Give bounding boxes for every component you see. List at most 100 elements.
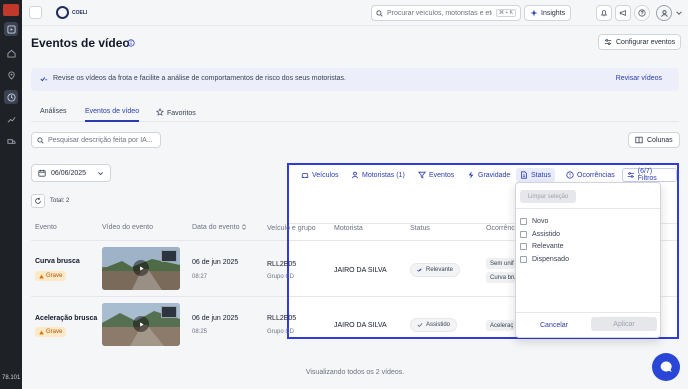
- chat-icon: [660, 361, 672, 372]
- sliders-icon: [604, 39, 612, 45]
- sparkle-icon: [530, 9, 538, 17]
- sort-icon: [242, 224, 247, 230]
- date-picker[interactable]: 06/06/2025: [31, 164, 111, 182]
- option-label: Dispensado: [532, 256, 569, 263]
- review-videos-link[interactable]: Revisar vídeos: [616, 75, 662, 82]
- insights-button[interactable]: Insights: [524, 5, 572, 21]
- global-search-input[interactable]: Procurar veículos, motoristas e etc... ⌘…: [371, 5, 521, 21]
- search-shortcut: ⌘ + K: [495, 9, 516, 17]
- calendar-icon: [38, 169, 46, 177]
- status-label: Assistido: [426, 322, 451, 328]
- top-bar: COELI: [22, 0, 688, 26]
- rail-item-fleet[interactable]: [4, 134, 18, 148]
- filter-drivers-button[interactable]: Motoristas (1): [347, 168, 409, 182]
- filter-drivers-label: Motoristas (1): [362, 171, 405, 179]
- tab-analyses[interactable]: Análises: [40, 108, 66, 122]
- filter-events-button[interactable]: Eventos: [414, 168, 458, 182]
- rail-item-video[interactable]: [4, 22, 18, 36]
- clear-selection-button[interactable]: Limpar seleção: [520, 190, 576, 203]
- filter-vehicles-button[interactable]: Veículos: [297, 168, 342, 182]
- status-chip[interactable]: Assistido: [410, 318, 458, 332]
- event-time: 08:25: [192, 329, 208, 335]
- status-chip[interactable]: Relevante: [410, 263, 461, 277]
- checkbox[interactable]: [520, 231, 527, 238]
- truck-icon: [6, 138, 16, 144]
- play-button[interactable]: [133, 260, 149, 276]
- col-header-occurrences: Ocorrênc: [486, 225, 515, 232]
- sidebar-toggle-button[interactable]: [29, 6, 42, 19]
- occurrence-chip: Sem unif: [486, 258, 515, 269]
- home-icon: [6, 49, 16, 58]
- col-header-vehicle: Veículo e grupo: [267, 225, 316, 232]
- filter-severity-button[interactable]: Gravidade: [463, 168, 514, 182]
- search-icon: [376, 9, 383, 17]
- apply-button[interactable]: Aplicar: [591, 317, 657, 331]
- play-icon: [139, 265, 144, 271]
- video-thumbnail[interactable]: [102, 247, 180, 290]
- rail-item-home[interactable]: [4, 46, 18, 60]
- occurrence-chip: Aceleraç: [486, 320, 515, 331]
- driver-name: JAIRO DA SILVA: [334, 322, 387, 329]
- filter-status-label: Status: [531, 171, 551, 179]
- tab-favorites[interactable]: Favoritos: [156, 108, 196, 122]
- help-button[interactable]: [634, 5, 650, 21]
- rail-item-history[interactable]: [4, 90, 18, 104]
- configure-events-label: Configurar eventos: [616, 38, 676, 46]
- option-label: Novo: [532, 218, 549, 225]
- info-icon[interactable]: [127, 39, 135, 47]
- event-date: 06 de jun 2025: [192, 315, 239, 322]
- col-header-date-label: Data do evento: [192, 224, 240, 231]
- double-check-icon: [417, 268, 422, 272]
- filters-count-button[interactable]: (6/7) Filtros: [622, 168, 677, 182]
- tab-video-events[interactable]: Eventos de vídeo: [85, 108, 140, 122]
- status-option-watched[interactable]: Assistido: [520, 231, 560, 238]
- filter-occurrences-label: Ocorrências: [577, 171, 615, 179]
- configure-events-button[interactable]: Configurar eventos: [598, 34, 682, 50]
- columns-button[interactable]: Colunas: [628, 132, 680, 148]
- event-name[interactable]: Aceleração brusca: [35, 315, 97, 322]
- filter-status-button[interactable]: Status: [516, 168, 555, 182]
- checkbox[interactable]: [520, 243, 527, 250]
- event-time: 08:27: [192, 274, 208, 280]
- rail-item-map[interactable]: [4, 68, 18, 82]
- event-name[interactable]: Curva brusca: [35, 258, 80, 265]
- checkbox[interactable]: [520, 218, 527, 225]
- filter-vehicles-label: Veículos: [312, 171, 339, 179]
- chevron-down-icon[interactable]: [675, 9, 683, 17]
- video-library-icon: [6, 24, 16, 34]
- cancel-button[interactable]: Cancelar: [540, 322, 568, 329]
- ai-description-search-input[interactable]: Pesquisar descrição feita por IA...: [31, 132, 161, 148]
- checklist-icon: [40, 77, 48, 82]
- chat-button[interactable]: [652, 353, 680, 381]
- play-icon: [139, 321, 144, 327]
- rail-item-analytics[interactable]: [4, 112, 18, 126]
- left-rail: 78.101: [0, 0, 22, 389]
- page-title: Eventos de vídeo: [31, 36, 130, 50]
- cabin-camera-inset: [161, 306, 177, 318]
- tab-bar: Análises Eventos de vídeo Favoritos: [31, 106, 679, 122]
- filters-count-label: (6/7) Filtros: [637, 168, 657, 182]
- col-header-date[interactable]: Data do evento: [192, 224, 247, 231]
- play-button[interactable]: [133, 316, 149, 332]
- severity-label: Grave: [46, 273, 63, 279]
- announcements-button[interactable]: [615, 5, 631, 21]
- star-icon: [156, 108, 164, 116]
- checkbox[interactable]: [520, 256, 527, 263]
- warning-icon: [39, 330, 44, 334]
- status-option-new[interactable]: Novo: [520, 218, 548, 225]
- status-option-relevant[interactable]: Relevante: [520, 243, 564, 250]
- search-icon: [37, 136, 44, 144]
- video-thumbnail[interactable]: [102, 303, 180, 346]
- refresh-button[interactable]: [31, 194, 45, 208]
- megaphone-icon: [619, 9, 626, 17]
- total-count: Total: 2: [50, 198, 70, 204]
- filter-occurrences-button[interactable]: Ocorrências: [562, 168, 619, 182]
- status-option-dismissed[interactable]: Dispensado: [520, 256, 569, 263]
- user-avatar[interactable]: [656, 5, 672, 21]
- car-icon: [301, 173, 309, 179]
- brand: COELI: [56, 6, 87, 19]
- cabin-camera-inset: [161, 250, 177, 262]
- notifications-button[interactable]: [596, 5, 612, 21]
- event-date: 06 de jun 2025: [192, 259, 239, 266]
- user-icon: [660, 9, 668, 17]
